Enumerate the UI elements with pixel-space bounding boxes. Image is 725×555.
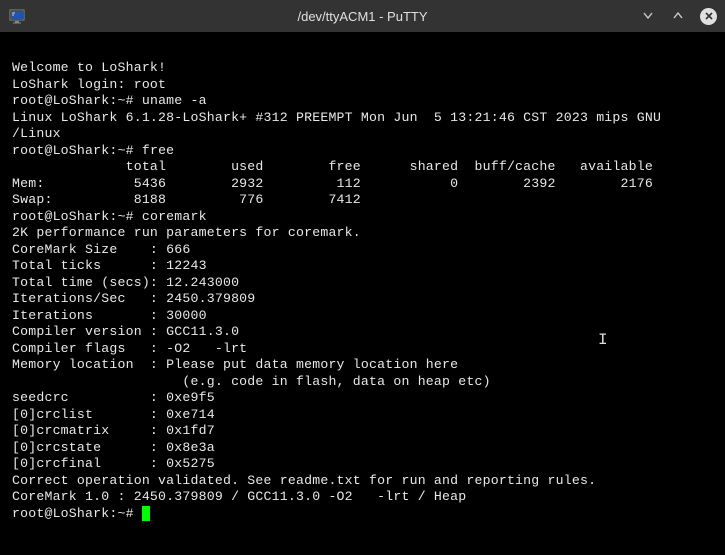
free-mem: Mem: 5436 2932 112 0 2392 2176: [12, 176, 713, 193]
free-header: total used free shared buff/cache availa…: [12, 159, 713, 176]
terminal-output[interactable]: Welcome to LoShark!LoShark login: rootro…: [0, 32, 725, 555]
prompt-free: root@LoShark:~# free: [12, 143, 713, 160]
cursor-block: [142, 506, 150, 521]
cm-crc2: [0]crcmatrix : 0x1fd7: [12, 423, 713, 440]
titlebar: /dev/ttyACM1 - PuTTY: [0, 0, 725, 32]
window-title: /dev/ttyACM1 - PuTTY: [297, 9, 427, 24]
cm-seed: seedcrc : 0xe9f5: [12, 390, 713, 407]
prompt: root@LoShark:~#: [12, 209, 134, 224]
cm-crc1: [0]crclist : 0xe714: [12, 407, 713, 424]
cm-ticks: Total ticks : 12243: [12, 258, 713, 275]
cmd-free: free: [142, 143, 174, 158]
login-line: LoShark login: root: [12, 77, 713, 94]
prompt-uname: root@LoShark:~# uname -a: [12, 93, 713, 110]
prompt-idle: root@LoShark:~#: [12, 506, 713, 523]
free-swap: Swap: 8188 776 7412: [12, 192, 713, 209]
maximize-button[interactable]: [670, 8, 686, 24]
minimize-button[interactable]: [640, 8, 656, 24]
prompt: root@LoShark:~#: [12, 143, 134, 158]
close-button[interactable]: [700, 8, 717, 25]
cm-crc4: [0]crcfinal : 0x5275: [12, 456, 713, 473]
prompt: root@LoShark:~#: [12, 506, 134, 521]
cm-time: Total time (secs): 12.243000: [12, 275, 713, 292]
cm-flags: Compiler flags : -O2 -lrt: [12, 341, 713, 358]
welcome-line: Welcome to LoShark!: [12, 60, 713, 77]
cm-crc3: [0]crcstate : 0x8e3a: [12, 440, 713, 457]
cm-size: CoreMark Size : 666: [12, 242, 713, 259]
uname-out1: Linux LoShark 6.1.28-LoShark+ #312 PREEM…: [12, 110, 713, 127]
uname-out2: /Linux: [12, 126, 713, 143]
cm-iters: Iterations/Sec : 2450.379809: [12, 291, 713, 308]
cm-mem2: (e.g. code in flash, data on heap etc): [12, 374, 713, 391]
cm-result: CoreMark 1.0 : 2450.379809 / GCC11.3.0 -…: [12, 489, 713, 506]
cm-mem1: Memory location : Please put data memory…: [12, 357, 713, 374]
cmd-uname: uname -a: [142, 93, 207, 108]
cm-comp: Compiler version : GCC11.3.0: [12, 324, 713, 341]
cm-line1: 2K performance run parameters for corema…: [12, 225, 713, 242]
cm-iter: Iterations : 30000: [12, 308, 713, 325]
cm-valid: Correct operation validated. See readme.…: [12, 473, 713, 490]
cmd-coremark: coremark: [142, 209, 207, 224]
window-controls: [640, 8, 717, 25]
prompt-coremark: root@LoShark:~# coremark: [12, 209, 713, 226]
prompt: root@LoShark:~#: [12, 93, 134, 108]
putty-icon: [8, 7, 26, 25]
